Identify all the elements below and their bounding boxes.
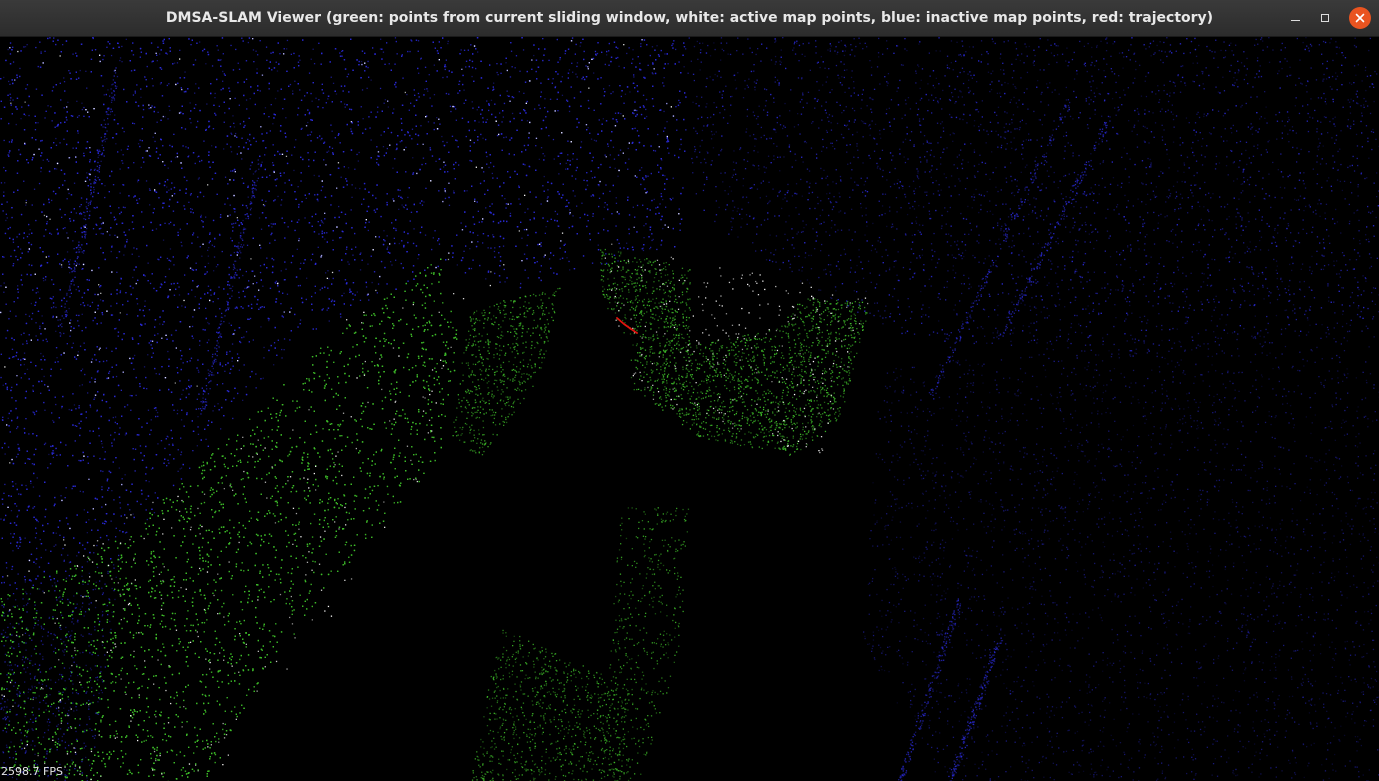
point-cloud-canvas[interactable] (0, 37, 1379, 781)
minimize-icon (1291, 20, 1300, 22)
close-button[interactable] (1349, 7, 1371, 29)
point-cloud-viewport[interactable] (0, 37, 1379, 781)
active-map-points (0, 38, 868, 780)
trajectory-line (617, 318, 637, 333)
maximize-button[interactable] (1314, 7, 1336, 29)
title-bar[interactable]: DMSA-SLAM Viewer (green: points from cur… (0, 0, 1379, 37)
inactive-map-points (0, 37, 1379, 781)
sliding-window-points (0, 249, 867, 781)
maximize-icon (1321, 14, 1329, 22)
minimize-button[interactable] (1284, 7, 1306, 29)
fps-counter: 2598.7 FPS (1, 764, 63, 780)
window-title: DMSA-SLAM Viewer (green: points from cur… (0, 0, 1279, 37)
close-icon (1355, 13, 1365, 23)
